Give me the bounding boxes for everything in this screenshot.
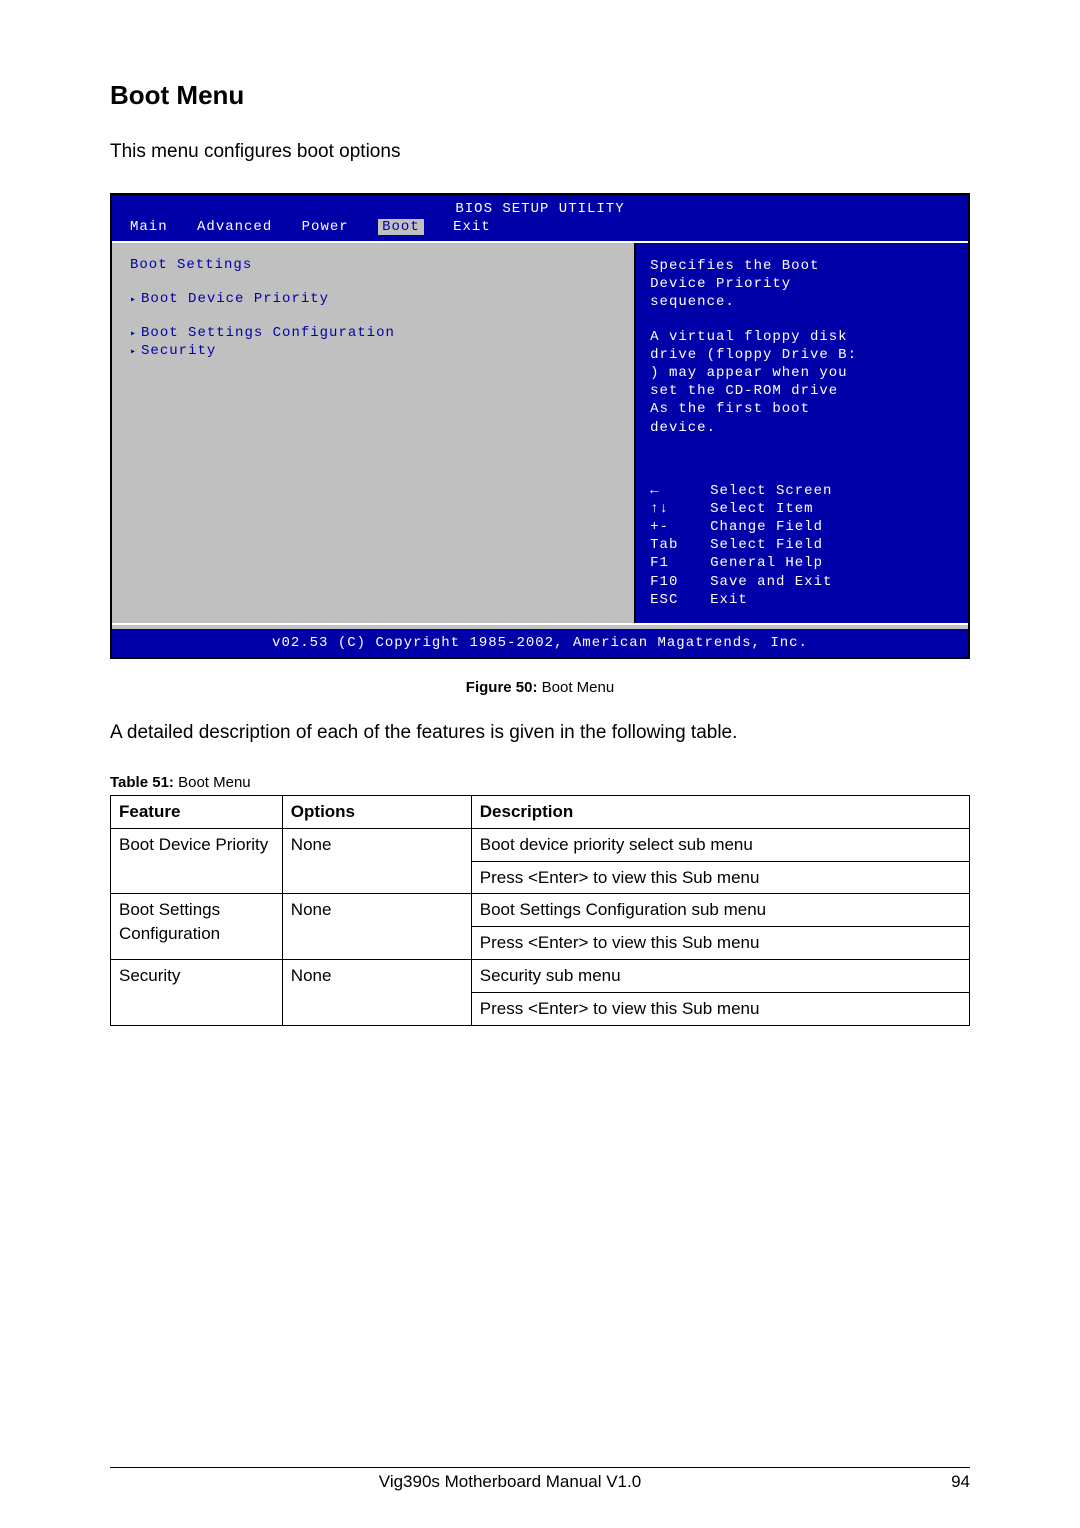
menu-security[interactable]: Security <box>130 343 616 359</box>
description-after-figure: A detailed description of each of the fe… <box>110 722 970 744</box>
key-updown-arrow: ↑↓ <box>650 500 710 518</box>
key-action: Save and Exit <box>710 573 832 591</box>
key-action: Exit <box>710 591 748 609</box>
header-feature: Feature <box>111 796 283 829</box>
bios-tabs: Main Advanced Power Boot Exit <box>112 217 968 241</box>
bios-body: Boot Settings Boot Device Priority Boot … <box>112 241 968 623</box>
cell-feature: Boot Settings Configuration <box>111 894 283 960</box>
bios-key-row: +- Change Field <box>650 518 954 536</box>
menu-boot-device-priority[interactable]: Boot Device Priority <box>130 291 616 307</box>
key-plus-minus: +- <box>650 518 710 536</box>
bios-setup-utility: BIOS SETUP UTILITY Main Advanced Power B… <box>110 193 970 659</box>
key-action: Select Screen <box>710 482 832 500</box>
key-esc: ESC <box>650 591 710 609</box>
bios-key-row: ← Select Screen <box>650 482 954 500</box>
key-action: General Help <box>710 554 823 572</box>
key-f1: F1 <box>650 554 710 572</box>
cell-description: Press <Enter> to view this Sub menu <box>471 927 969 960</box>
menu-boot-settings-configuration[interactable]: Boot Settings Configuration <box>130 325 616 341</box>
figure-caption-label: Figure 50: <box>466 679 542 696</box>
bios-help-panel: Specifies the Boot Device Priority seque… <box>636 243 968 623</box>
page-heading: Boot Menu <box>110 80 970 111</box>
feature-table: Feature Options Description Boot Device … <box>110 795 970 1026</box>
key-left-arrow: ← <box>650 482 710 500</box>
key-action: Change Field <box>710 518 823 536</box>
figure-caption-text: Boot Menu <box>542 679 615 696</box>
bios-copyright: v02.53 (C) Copyright 1985-2002, American… <box>112 629 968 657</box>
footer-manual-title: Vig390s Motherboard Manual V1.0 <box>110 1472 910 1492</box>
key-action: Select Item <box>710 500 813 518</box>
bios-key-row: ESC Exit <box>650 591 954 609</box>
bios-key-row: ↑↓ Select Item <box>650 500 954 518</box>
cell-options: None <box>282 894 471 960</box>
cell-feature: Security <box>111 959 283 1025</box>
cell-description: Press <Enter> to view this Sub menu <box>471 992 969 1025</box>
cell-description: Boot device priority select sub menu <box>471 828 969 861</box>
key-tab: Tab <box>650 536 710 554</box>
tab-boot[interactable]: Boot <box>378 219 424 235</box>
bios-key-row: F10 Save and Exit <box>650 573 954 591</box>
key-f10: F10 <box>650 573 710 591</box>
table-caption: Table 51: Boot Menu <box>110 774 970 791</box>
tab-main[interactable]: Main <box>130 219 168 235</box>
header-options: Options <box>282 796 471 829</box>
footer-page-number: 94 <box>910 1472 970 1492</box>
tab-advanced[interactable]: Advanced <box>197 219 272 235</box>
figure-caption: Figure 50: Boot Menu <box>110 679 970 696</box>
bios-left-panel: Boot Settings Boot Device Priority Boot … <box>112 243 636 623</box>
cell-description: Boot Settings Configuration sub menu <box>471 894 969 927</box>
cell-options: None <box>282 828 471 894</box>
cell-feature: Boot Device Priority <box>111 828 283 894</box>
bios-section-title: Boot Settings <box>130 257 616 273</box>
intro-text: This menu configures boot options <box>110 141 970 163</box>
table-caption-text: Boot Menu <box>178 774 251 791</box>
bios-title: BIOS SETUP UTILITY <box>112 195 968 217</box>
key-action: Select Field <box>710 536 823 554</box>
tab-exit[interactable]: Exit <box>453 219 491 235</box>
cell-options: None <box>282 959 471 1025</box>
bios-help-text-1: Specifies the Boot Device Priority seque… <box>650 257 954 312</box>
table-row: Boot Device Priority None Boot device pr… <box>111 828 970 861</box>
bios-help-text-2: A virtual floppy disk drive (floppy Driv… <box>650 328 954 437</box>
cell-description: Security sub menu <box>471 959 969 992</box>
table-row: Security None Security sub menu <box>111 959 970 992</box>
page-footer: Vig390s Motherboard Manual V1.0 94 <box>110 1467 970 1492</box>
table-row: Boot Settings Configuration None Boot Se… <box>111 894 970 927</box>
bios-key-row: F1 General Help <box>650 554 954 572</box>
tab-power[interactable]: Power <box>302 219 349 235</box>
header-description: Description <box>471 796 969 829</box>
bios-keys-legend: ← Select Screen ↑↓ Select Item +- Change… <box>650 482 954 609</box>
table-header-row: Feature Options Description <box>111 796 970 829</box>
table-caption-label: Table 51: <box>110 774 178 791</box>
bios-key-row: Tab Select Field <box>650 536 954 554</box>
cell-description: Press <Enter> to view this Sub menu <box>471 861 969 894</box>
